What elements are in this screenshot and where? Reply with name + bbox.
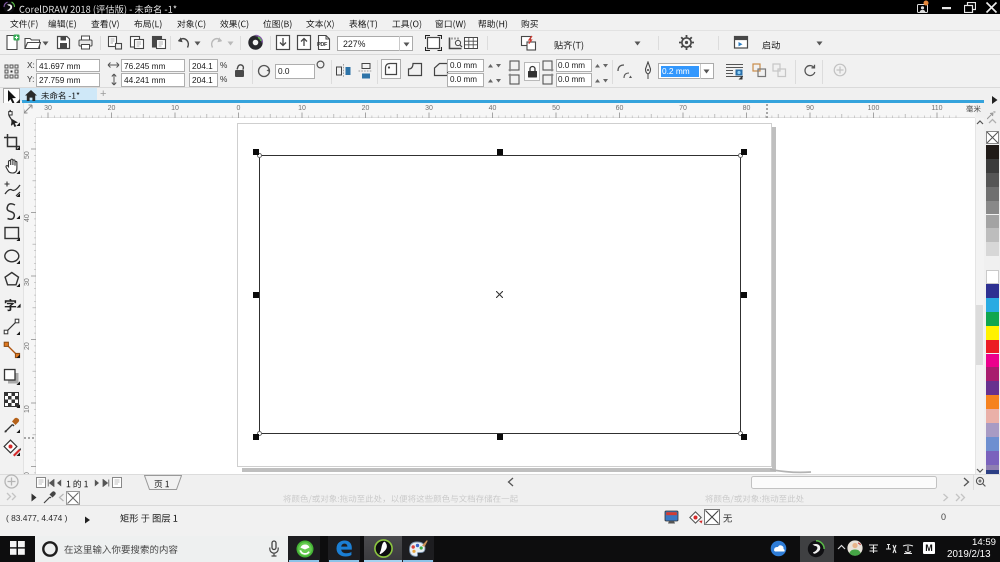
svg-text:40: 40: [24, 214, 31, 222]
svg-text:30: 30: [24, 278, 31, 286]
svg-text:20: 20: [24, 342, 31, 350]
svg-text:10: 10: [24, 405, 31, 413]
svg-text:50: 50: [24, 151, 31, 159]
